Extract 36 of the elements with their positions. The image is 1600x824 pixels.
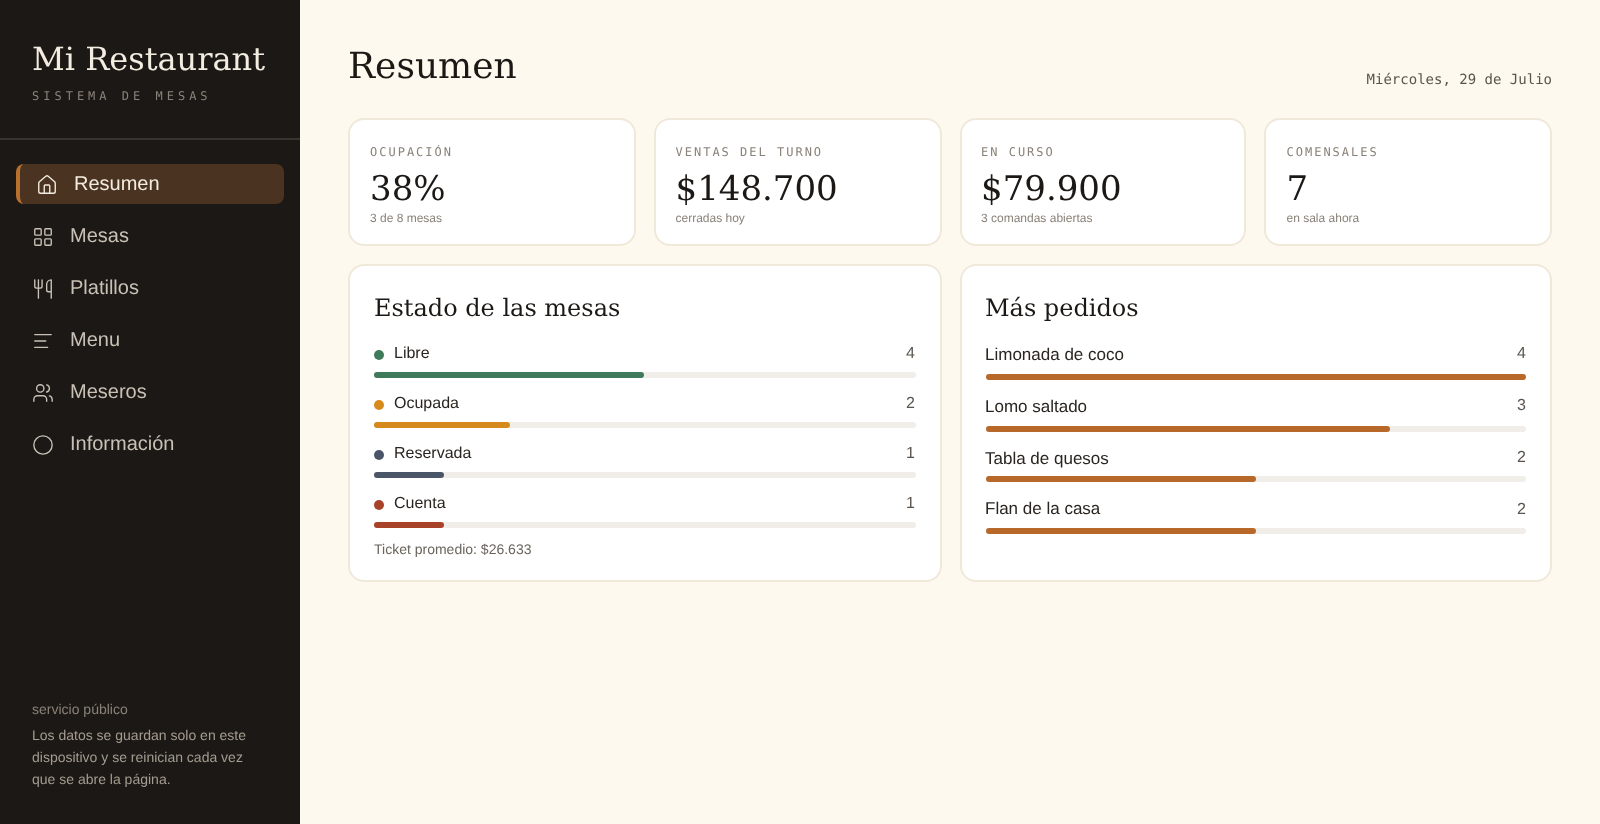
grid-icon: [32, 225, 54, 247]
status-label: Reservada: [394, 442, 472, 466]
dish-name: Tabla de quesos: [985, 445, 1109, 471]
stat-value: $79.900: [981, 170, 1124, 213]
status-count: 4: [906, 342, 915, 366]
nav-item[interactable]: Información: [16, 424, 284, 464]
home-icon: [36, 173, 58, 195]
status-count: 1: [906, 442, 915, 466]
dish-count: 2: [1517, 445, 1526, 470]
dish-name: Lomo saltado: [985, 393, 1088, 419]
panel-title: Estado de las mesas: [374, 292, 623, 326]
nav-item[interactable]: Menu: [16, 320, 284, 360]
nav-item[interactable]: Platillos: [16, 268, 284, 308]
panel-title: Más pedidos: [985, 292, 1141, 326]
stat-value: 7: [1286, 170, 1311, 213]
page-title: Resumen: [348, 44, 517, 92]
circle-icon: [32, 433, 54, 455]
status-label: Cuenta: [394, 492, 446, 516]
status-count: 1: [906, 492, 915, 516]
status-label: Libre: [394, 342, 430, 366]
app-title: Mi Restaurant: [32, 40, 268, 80]
dish-count: 4: [1517, 342, 1526, 367]
nav-item[interactable]: Resumen: [16, 164, 284, 204]
stat-value: 38%: [370, 170, 448, 213]
nav-item[interactable]: Meseros: [16, 372, 284, 412]
fork-knife-icon: [32, 277, 54, 299]
dish-count: 2: [1517, 497, 1526, 522]
status-count: 2: [906, 392, 915, 416]
dish-name: Flan de la casa: [985, 496, 1101, 522]
dish-name: Limonada de coco: [985, 342, 1124, 368]
lines-icon: [32, 329, 54, 351]
stat-value: $148.700: [675, 170, 840, 213]
dish-count: 3: [1517, 394, 1526, 419]
status-label: Ocupada: [394, 392, 459, 416]
nav-item[interactable]: Mesas: [16, 216, 284, 256]
people-icon: [32, 381, 54, 403]
